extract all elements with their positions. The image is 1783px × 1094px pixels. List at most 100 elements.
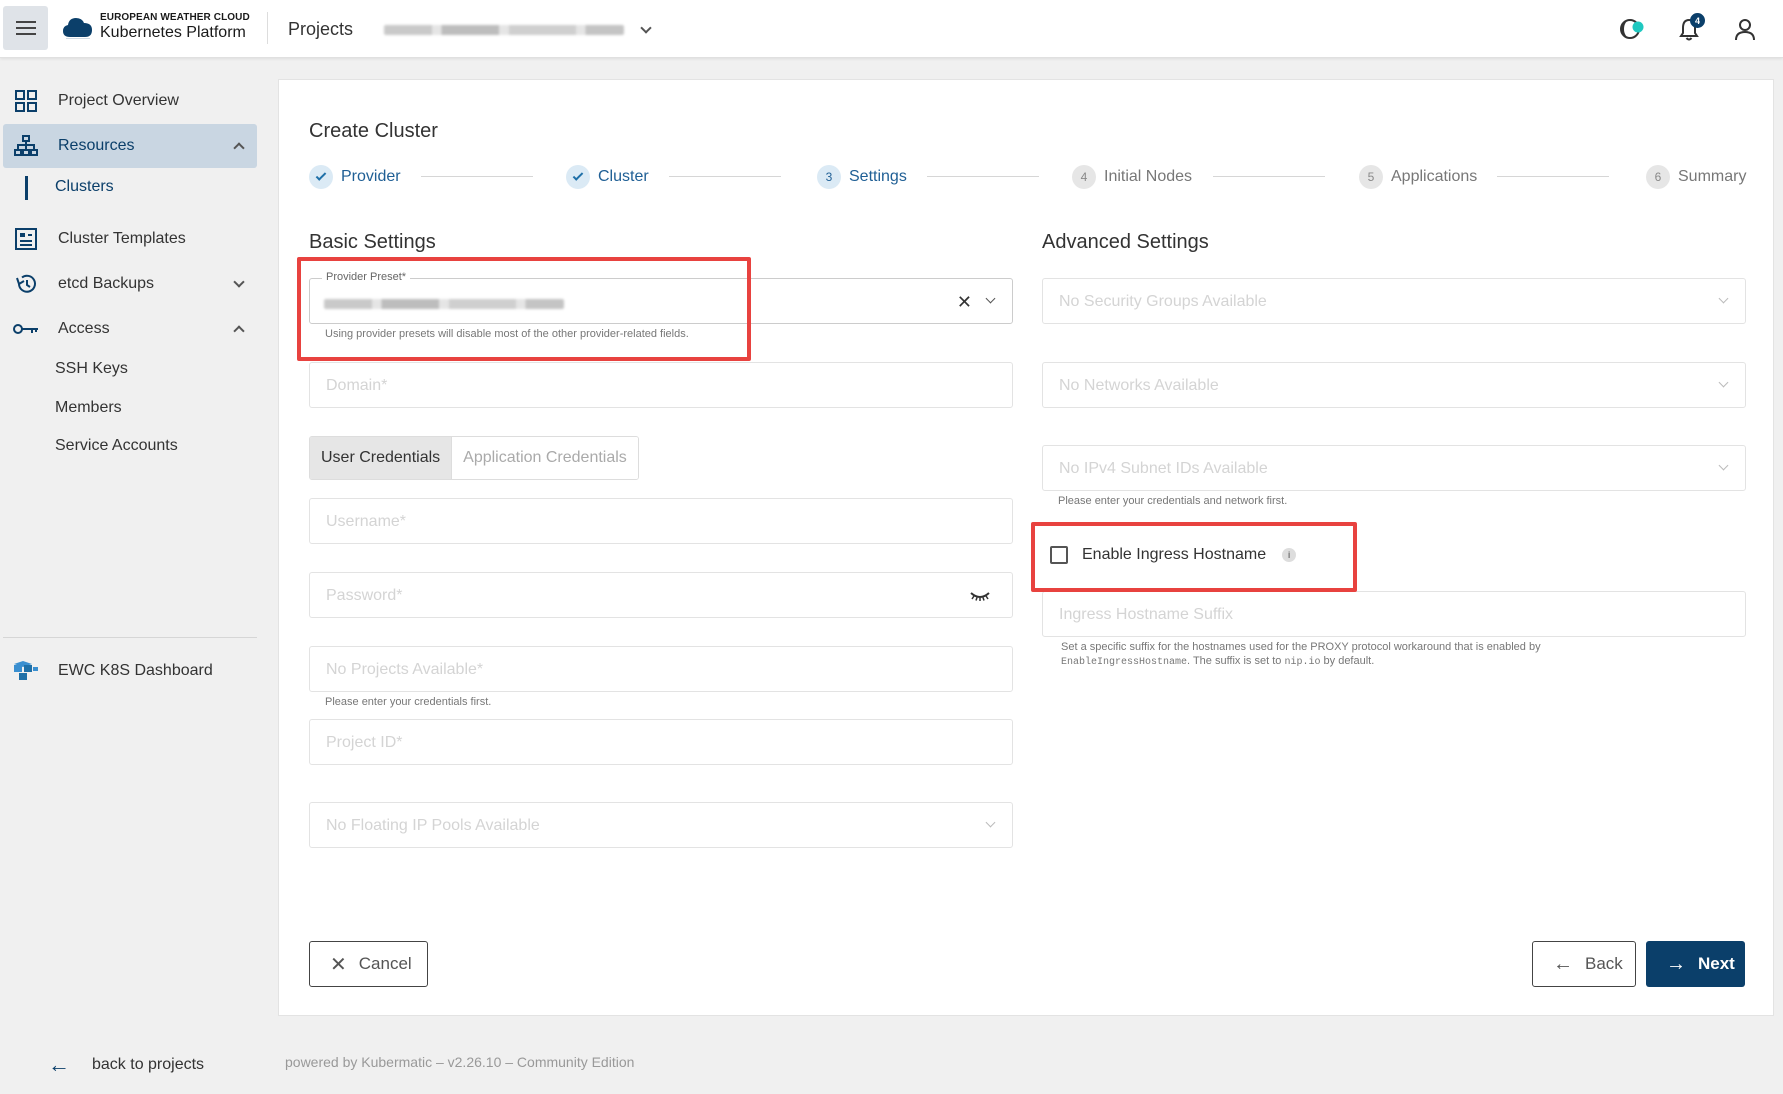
step-cluster[interactable]: Cluster <box>566 162 649 192</box>
arrow-left-icon: ← <box>48 1052 70 1077</box>
sidebar-item-access[interactable]: Access <box>3 307 257 351</box>
step-label: Summary <box>1678 168 1747 185</box>
step-label: Cluster <box>598 168 649 185</box>
sidebar-item-ewc-k8s-dashboard[interactable]: EWC K8S Dashboard <box>3 649 257 693</box>
floating-ip-pool-select[interactable]: No Floating IP Pools Available <box>309 802 1013 848</box>
projects-label[interactable]: Projects <box>288 19 353 40</box>
sidebar-item-etcd-backups[interactable]: etcd Backups <box>3 262 257 306</box>
notifications-button[interactable]: 4 <box>1676 13 1705 42</box>
sidebar-item-label: Cluster Templates <box>58 230 186 247</box>
hierarchy-icon <box>12 134 40 158</box>
clear-icon[interactable]: ✕ <box>957 292 972 313</box>
brand-line2: Kubernetes Platform <box>100 24 246 41</box>
step-done-check-icon <box>309 165 333 189</box>
page-title: Create Cluster <box>309 120 438 142</box>
projects-select[interactable]: No Projects Available* <box>309 646 1013 692</box>
sidebar-item-label: EWC K8S Dashboard <box>58 662 213 679</box>
arrow-left-icon: ← <box>1553 952 1573 975</box>
password-placeholder: Password* <box>326 587 403 604</box>
back-to-projects-link[interactable]: ← back to projects <box>48 1052 204 1078</box>
sidebar-divider <box>3 637 257 638</box>
sidebar-item-members[interactable]: Members <box>55 399 122 417</box>
footer-version: powered by Kubermatic – v2.26.10 – Commu… <box>285 1054 635 1070</box>
chevron-up-icon <box>233 142 245 154</box>
sidebar-item-label: etcd Backups <box>58 275 155 292</box>
brand-line1: EUROPEAN WEATHER CLOUD <box>100 12 250 23</box>
sidebar-item-project-overview[interactable]: Project Overview <box>3 79 257 123</box>
dashboard-icon <box>12 659 40 683</box>
floating-ip-placeholder: No Floating IP Pools Available <box>326 817 540 834</box>
checkbox-box[interactable] <box>1050 546 1068 564</box>
security-groups-placeholder: No Security Groups Available <box>1059 293 1267 310</box>
password-field[interactable]: Password* <box>309 572 1013 618</box>
username-placeholder: Username* <box>326 513 407 530</box>
tab-user-credentials[interactable]: User Credentials <box>310 437 452 479</box>
next-button[interactable]: → Next <box>1646 941 1745 987</box>
step-summary[interactable]: 6 Summary <box>1646 162 1746 192</box>
hamburger-icon <box>15 21 36 35</box>
networks-placeholder: No Networks Available <box>1059 377 1219 394</box>
cancel-button[interactable]: ✕ Cancel <box>309 941 428 987</box>
project-id-field[interactable]: Project ID* <box>309 719 1013 765</box>
notification-badge: 4 <box>1690 13 1705 28</box>
step-number: 4 <box>1072 165 1096 189</box>
menu-button[interactable] <box>3 6 48 50</box>
sidebar-item-cluster-templates[interactable]: Cluster Templates <box>3 217 257 261</box>
sidebar-item-label: Resources <box>58 137 135 154</box>
step-label: Settings <box>849 168 907 185</box>
user-icon <box>1735 19 1755 41</box>
top-bar: EUROPEAN WEATHER CLOUD Kubernetes Platfo… <box>0 0 1783 58</box>
info-icon[interactable]: i <box>1282 548 1297 562</box>
projects-hint: Please enter your credentials first. <box>325 696 492 708</box>
chevron-down-icon <box>985 293 996 304</box>
chevron-down-icon <box>985 817 996 828</box>
sidebar: Project Overview Resources Clusters Clus… <box>0 58 262 1094</box>
step-number: 6 <box>1646 165 1670 189</box>
step-label: Applications <box>1391 168 1478 185</box>
sidebar-item-label: Access <box>58 320 110 337</box>
projects-placeholder: No Projects Available* <box>326 661 484 678</box>
brand-logo[interactable]: EUROPEAN WEATHER CLOUD Kubernetes Platfo… <box>62 13 250 41</box>
step-connector <box>1213 176 1325 177</box>
theme-toggle-button[interactable] <box>1618 16 1644 42</box>
back-to-projects-label: back to projects <box>92 1056 205 1073</box>
basic-settings-title: Basic Settings <box>309 231 436 253</box>
step-label: Initial Nodes <box>1104 168 1193 185</box>
close-icon: ✕ <box>330 953 347 976</box>
provider-preset-select[interactable]: Provider Preset* ✕ <box>309 271 1013 324</box>
account-button[interactable] <box>1732 16 1758 42</box>
step-done-check-icon <box>566 165 590 189</box>
credentials-tabs: User Credentials Application Credentials <box>309 436 639 480</box>
step-number: 5 <box>1359 165 1383 189</box>
sidebar-item-clusters[interactable]: Clusters <box>55 178 114 196</box>
template-icon <box>12 227 40 251</box>
theme-icon <box>1620 19 1644 39</box>
ingress-suffix-placeholder: Ingress Hostname Suffix <box>1059 606 1234 623</box>
back-button[interactable]: ← Back <box>1532 941 1636 987</box>
active-indicator <box>25 176 28 200</box>
ingress-hostname-suffix-field[interactable]: Ingress Hostname Suffix <box>1042 591 1746 637</box>
security-groups-select[interactable]: No Security Groups Available <box>1042 278 1746 324</box>
sidebar-item-resources[interactable]: Resources <box>3 124 257 168</box>
ingress-suffix-hint: Set a specific suffix for the hostnames … <box>1061 641 1541 668</box>
sidebar-item-service-accounts[interactable]: Service Accounts <box>55 437 178 455</box>
step-label: Provider <box>341 168 401 185</box>
step-settings[interactable]: 3 Settings <box>817 162 907 192</box>
wizard-stepper: Provider Cluster 3 Settings 4 Initial No… <box>309 162 1746 192</box>
sidebar-item-ssh-keys[interactable]: SSH Keys <box>55 360 128 378</box>
step-provider[interactable]: Provider <box>309 162 401 192</box>
enable-ingress-hostname-checkbox[interactable]: Enable Ingress Hostname i <box>1050 546 1297 564</box>
step-applications[interactable]: 5 Applications <box>1359 162 1477 192</box>
subnet-hint: Please enter your credentials and networ… <box>1058 495 1288 507</box>
username-field[interactable]: Username* <box>309 498 1013 544</box>
tab-application-credentials[interactable]: Application Credentials <box>451 437 638 479</box>
project-id-placeholder: Project ID* <box>326 734 403 751</box>
networks-select[interactable]: No Networks Available <box>1042 362 1746 408</box>
enable-ingress-hostname-label: Enable Ingress Hostname <box>1082 546 1267 563</box>
eye-closed-icon[interactable] <box>970 591 990 601</box>
step-initial-nodes[interactable]: 4 Initial Nodes <box>1072 162 1192 192</box>
subnet-ids-select[interactable]: No IPv4 Subnet IDs Available <box>1042 445 1746 491</box>
domain-field[interactable]: Domain* <box>309 362 1013 408</box>
project-selector[interactable] <box>384 19 654 41</box>
provider-preset-hint: Using provider presets will disable most… <box>325 328 689 340</box>
